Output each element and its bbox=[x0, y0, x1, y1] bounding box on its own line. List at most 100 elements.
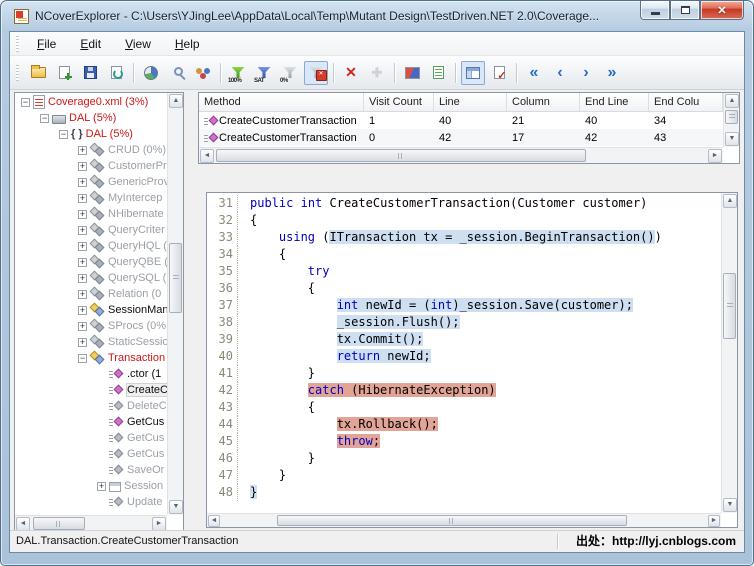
scroll-right-arrow[interactable]: ► bbox=[708, 149, 722, 163]
scrollbar-thumb[interactable] bbox=[169, 243, 182, 313]
expand-expander-icon[interactable]: + bbox=[78, 178, 87, 187]
tree-item[interactable]: Update bbox=[15, 494, 167, 510]
expand-expander-icon[interactable]: + bbox=[78, 162, 87, 171]
scroll-right-arrow[interactable]: ► bbox=[152, 517, 166, 531]
tree-item[interactable]: DeleteC bbox=[15, 398, 167, 414]
tree-item[interactable]: +SessionMan bbox=[15, 302, 167, 318]
tree-item[interactable]: +QueryHQL ( bbox=[15, 238, 167, 254]
close-button[interactable]: ✕ bbox=[700, 1, 744, 20]
scroll-left-arrow[interactable]: ◄ bbox=[200, 149, 214, 163]
filter-clear-button[interactable] bbox=[304, 61, 328, 85]
scroll-down-arrow[interactable]: ▼ bbox=[169, 500, 183, 514]
expand-expander-icon[interactable]: + bbox=[78, 146, 87, 155]
toolbar-grip[interactable] bbox=[16, 65, 19, 81]
collapse-expander-icon[interactable]: − bbox=[59, 130, 68, 139]
scrollbar-thumb[interactable] bbox=[723, 273, 736, 339]
scrollbar-thumb[interactable] bbox=[33, 517, 85, 530]
menu-help[interactable]: Help bbox=[163, 34, 212, 54]
tree-item[interactable]: .ctor (1 bbox=[15, 366, 167, 382]
tree-item[interactable]: +NHibernate bbox=[15, 206, 167, 222]
tree-item[interactable]: +CRUD (0%) bbox=[15, 142, 167, 158]
merge-button[interactable] bbox=[191, 61, 215, 85]
tree-item[interactable]: +QuerySQL ( bbox=[15, 270, 167, 286]
maximize-button[interactable] bbox=[670, 1, 700, 20]
image-report-button[interactable] bbox=[400, 61, 424, 85]
tree-item[interactable]: −Coverage0.xml (3%) bbox=[15, 94, 167, 110]
title-bar[interactable]: NCoverExplorer - C:\Users\YJingLee\AppDa… bbox=[1, 1, 753, 31]
expand-expander-icon[interactable]: + bbox=[78, 194, 87, 203]
code-horizontal-scrollbar[interactable]: ◄ ► bbox=[207, 513, 721, 527]
filter-100-button[interactable]: 100% bbox=[226, 61, 250, 85]
nav-first-button[interactable]: « bbox=[522, 61, 546, 85]
column-header[interactable]: End Line bbox=[580, 93, 649, 111]
scrollbar-thumb[interactable] bbox=[216, 149, 586, 162]
collapse-expander-icon[interactable]: − bbox=[40, 114, 49, 123]
tree-item[interactable]: +SProcs (0% bbox=[15, 318, 167, 334]
find-button[interactable] bbox=[165, 61, 189, 85]
expand-expander-icon[interactable]: + bbox=[78, 338, 87, 347]
tree-item[interactable]: −{ }DAL (5%) bbox=[15, 126, 167, 142]
expand-expander-icon[interactable]: + bbox=[78, 322, 87, 331]
tree-item[interactable]: +CustomerPr bbox=[15, 158, 167, 174]
scroll-down-arrow[interactable]: ▼ bbox=[725, 132, 739, 146]
column-header[interactable]: Visit Count bbox=[364, 93, 434, 111]
scroll-right-arrow[interactable]: ► bbox=[708, 515, 720, 527]
filter-sat-button[interactable]: SAT bbox=[252, 61, 276, 85]
source-code-view[interactable]: 31public int CreateCustomerTransaction(C… bbox=[207, 195, 721, 513]
expand-expander-icon[interactable]: + bbox=[78, 306, 87, 315]
tree-item[interactable]: CreateC bbox=[15, 382, 167, 398]
expand-expander-icon[interactable]: + bbox=[78, 210, 87, 219]
run-checks-button[interactable] bbox=[487, 61, 511, 85]
menu-file[interactable]: File bbox=[25, 34, 68, 54]
report-button[interactable] bbox=[426, 61, 450, 85]
open-button[interactable] bbox=[26, 61, 50, 85]
nav-prev-button[interactable]: ‹ bbox=[548, 61, 572, 85]
scrollbar-thumb[interactable] bbox=[725, 110, 738, 124]
expand-expander-icon[interactable]: + bbox=[78, 258, 87, 267]
filter-0-button[interactable]: 0% bbox=[278, 61, 302, 85]
refresh-button[interactable] bbox=[104, 61, 128, 85]
tree-item[interactable]: SaveOr bbox=[15, 462, 167, 478]
table-horizontal-scrollbar[interactable]: ◄ ► bbox=[199, 147, 723, 163]
scroll-down-arrow[interactable]: ▼ bbox=[723, 498, 737, 512]
scroll-left-arrow[interactable]: ◄ bbox=[208, 515, 220, 527]
scroll-up-arrow[interactable]: ▲ bbox=[169, 94, 183, 108]
tree-item[interactable]: +StaticSessio bbox=[15, 334, 167, 350]
tree-item[interactable]: +QueryQBE ( bbox=[15, 254, 167, 270]
table-vertical-scrollbar[interactable]: ▲ ▼ bbox=[723, 93, 739, 147]
tree-item[interactable]: +QueryCriter bbox=[15, 222, 167, 238]
scrollbar-thumb[interactable] bbox=[277, 515, 627, 526]
tree-item[interactable]: GetCus bbox=[15, 446, 167, 462]
expand-expander-icon[interactable]: + bbox=[97, 482, 106, 491]
nav-last-button[interactable]: » bbox=[600, 61, 624, 85]
expand-expander-icon[interactable]: + bbox=[78, 242, 87, 251]
tree-vertical-scrollbar[interactable]: ▲ ▼ bbox=[167, 93, 183, 515]
save-button[interactable] bbox=[78, 61, 102, 85]
expand-expander-icon[interactable]: + bbox=[78, 274, 87, 283]
table-row[interactable]: CreateCustomerTransaction140214034 bbox=[199, 112, 723, 129]
collapse-expander-icon[interactable]: − bbox=[78, 354, 87, 363]
expand-expander-icon[interactable]: + bbox=[78, 290, 87, 299]
tree-item[interactable]: +GenericProv bbox=[15, 174, 167, 190]
column-header[interactable]: Method bbox=[199, 93, 364, 111]
column-header[interactable]: Column bbox=[507, 93, 580, 111]
menu-view[interactable]: View bbox=[113, 34, 163, 54]
coverage-chart-button[interactable] bbox=[139, 61, 163, 85]
column-header[interactable]: Line bbox=[434, 93, 507, 111]
menubar-grip[interactable] bbox=[16, 36, 19, 52]
tree-horizontal-scrollbar[interactable]: ◄ ► bbox=[15, 515, 167, 531]
tree-item[interactable]: +Session bbox=[15, 478, 167, 494]
collapse-expander-icon[interactable]: − bbox=[21, 98, 30, 107]
tree-item[interactable]: −DAL (5%) bbox=[15, 110, 167, 126]
nav-next-button[interactable]: › bbox=[574, 61, 598, 85]
expand-expander-icon[interactable]: + bbox=[78, 226, 87, 235]
scroll-up-arrow[interactable]: ▲ bbox=[723, 194, 737, 208]
column-header[interactable]: End Colu bbox=[649, 93, 723, 111]
scroll-left-arrow[interactable]: ◄ bbox=[16, 517, 30, 531]
scroll-up-arrow[interactable]: ▲ bbox=[725, 94, 739, 108]
toggle-panels-button[interactable] bbox=[461, 61, 485, 85]
minimize-button[interactable] bbox=[640, 1, 670, 20]
tree-item[interactable]: GetCus bbox=[15, 414, 167, 430]
menu-edit[interactable]: Edit bbox=[68, 34, 113, 54]
new-report-button[interactable] bbox=[52, 61, 76, 85]
